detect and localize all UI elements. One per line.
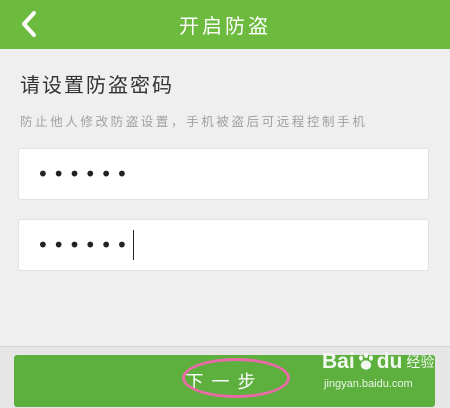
password-value: ••••••	[37, 162, 132, 186]
password-input[interactable]: ••••••	[18, 148, 429, 200]
confirm-password-input[interactable]: ••••••	[18, 219, 429, 271]
section-title: 请设置防盗密码	[20, 73, 174, 97]
next-button-label: 下一步	[185, 372, 264, 393]
confirm-password-value: ••••••	[37, 233, 132, 257]
title-bar: 开启防盗	[0, 0, 450, 49]
page-title: 开启防盗	[179, 14, 271, 38]
section-description: 防止他人修改防盗设置，手机被盗后可远程控制手机	[20, 114, 368, 129]
footer-bar: 下一步 Bai du 经验 jingyan.baidu.com	[0, 346, 450, 408]
next-button[interactable]: 下一步	[14, 355, 435, 407]
back-button[interactable]	[12, 7, 46, 41]
chevron-left-icon	[22, 11, 36, 37]
text-cursor	[132, 230, 135, 260]
